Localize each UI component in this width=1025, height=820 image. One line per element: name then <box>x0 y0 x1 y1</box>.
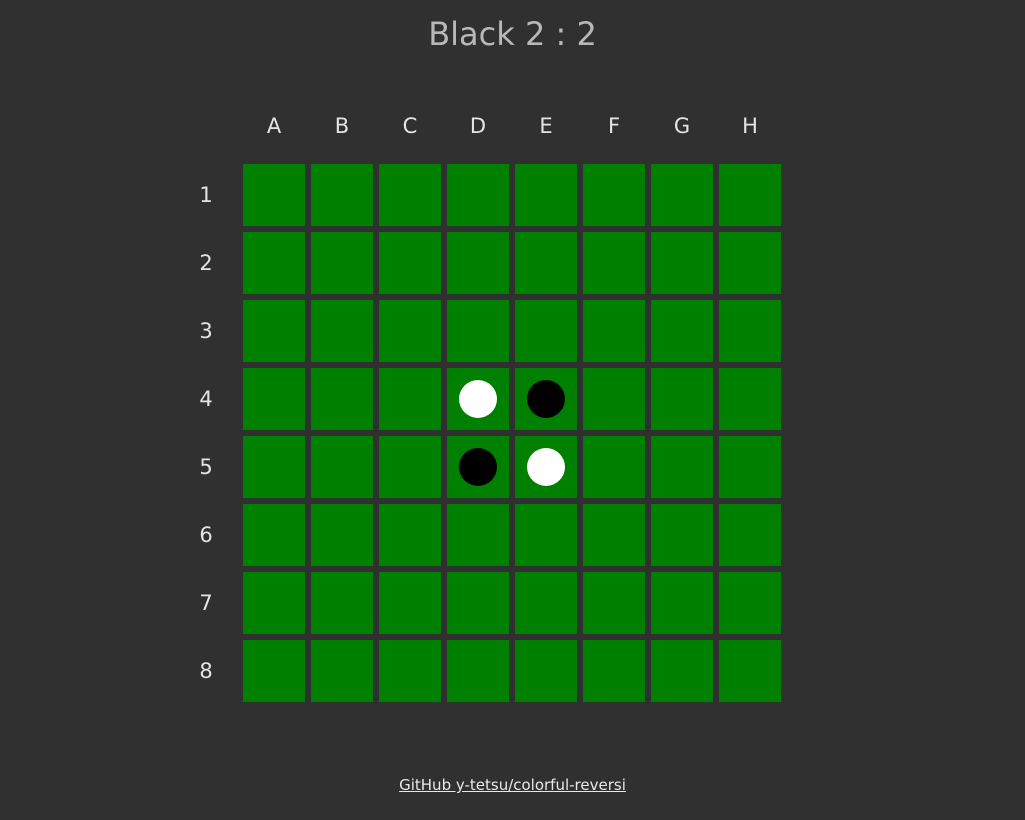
board-cell-b5[interactable] <box>311 436 373 498</box>
column-label-d: D <box>469 114 487 138</box>
board-cell-c4[interactable] <box>379 368 441 430</box>
white-disc <box>459 380 497 418</box>
board-cell-f1[interactable] <box>583 164 645 226</box>
board-cell-b6[interactable] <box>311 504 373 566</box>
row-label-5: 5 <box>199 455 213 479</box>
row-label-2: 2 <box>199 251 213 275</box>
board-cell-e7[interactable] <box>515 572 577 634</box>
board-cell-h6[interactable] <box>719 504 781 566</box>
board-cell-a4[interactable] <box>243 368 305 430</box>
board-cell-h1[interactable] <box>719 164 781 226</box>
board-cell-c3[interactable] <box>379 300 441 362</box>
board-cell-h7[interactable] <box>719 572 781 634</box>
column-label-g: G <box>673 114 691 138</box>
black-disc <box>459 448 497 486</box>
board-cell-e5[interactable] <box>515 436 577 498</box>
board-cell-e1[interactable] <box>515 164 577 226</box>
board-cell-a1[interactable] <box>243 164 305 226</box>
row-label-7: 7 <box>199 591 213 615</box>
board-cell-e6[interactable] <box>515 504 577 566</box>
board-cell-g5[interactable] <box>651 436 713 498</box>
row-label-1: 1 <box>199 183 213 207</box>
board-cell-a6[interactable] <box>243 504 305 566</box>
board-cell-d8[interactable] <box>447 640 509 702</box>
board-cell-c5[interactable] <box>379 436 441 498</box>
board-cell-f7[interactable] <box>583 572 645 634</box>
board-cell-f2[interactable] <box>583 232 645 294</box>
board-cell-c1[interactable] <box>379 164 441 226</box>
footer: GitHub y-tetsu/colorful-reversi <box>0 774 1025 796</box>
black-disc <box>527 380 565 418</box>
board-cell-c2[interactable] <box>379 232 441 294</box>
board-cell-d3[interactable] <box>447 300 509 362</box>
column-label-h: H <box>742 114 758 138</box>
board-cell-b8[interactable] <box>311 640 373 702</box>
board-cell-g7[interactable] <box>651 572 713 634</box>
column-label-f: F <box>607 114 621 138</box>
board-cell-f8[interactable] <box>583 640 645 702</box>
board-cell-h5[interactable] <box>719 436 781 498</box>
board-cell-g8[interactable] <box>651 640 713 702</box>
column-label-a: A <box>266 114 282 138</box>
board-cell-b7[interactable] <box>311 572 373 634</box>
reversi-page: Black 2 : 2 A B C D E F G H 1 2 3 4 5 6 7 8 GitHub y-t… <box>0 0 1025 820</box>
game-board <box>243 164 781 702</box>
board-cell-b1[interactable] <box>311 164 373 226</box>
board-cell-f4[interactable] <box>583 368 645 430</box>
board-cell-e4[interactable] <box>515 368 577 430</box>
board-cell-h8[interactable] <box>719 640 781 702</box>
board-cell-h4[interactable] <box>719 368 781 430</box>
board-cell-g1[interactable] <box>651 164 713 226</box>
board-cell-a3[interactable] <box>243 300 305 362</box>
board-cell-d4[interactable] <box>447 368 509 430</box>
board-cell-a8[interactable] <box>243 640 305 702</box>
score-status: Black 2 : 2 <box>428 15 597 53</box>
board-cell-b2[interactable] <box>311 232 373 294</box>
board-cell-g4[interactable] <box>651 368 713 430</box>
board-cell-a7[interactable] <box>243 572 305 634</box>
column-label-b: B <box>334 114 350 138</box>
board-cell-g3[interactable] <box>651 300 713 362</box>
board-cell-c6[interactable] <box>379 504 441 566</box>
board-cell-d6[interactable] <box>447 504 509 566</box>
board-cell-b4[interactable] <box>311 368 373 430</box>
board-cell-f3[interactable] <box>583 300 645 362</box>
column-label-c: C <box>402 114 418 138</box>
board-cell-a2[interactable] <box>243 232 305 294</box>
row-label-6: 6 <box>199 523 213 547</box>
board-cell-f5[interactable] <box>583 436 645 498</box>
board-cell-g2[interactable] <box>651 232 713 294</box>
row-label-8: 8 <box>199 659 213 683</box>
github-link[interactable]: GitHub y-tetsu/colorful-reversi <box>399 776 626 794</box>
board-cell-c7[interactable] <box>379 572 441 634</box>
board-cell-h3[interactable] <box>719 300 781 362</box>
board-cell-e2[interactable] <box>515 232 577 294</box>
board-cell-b3[interactable] <box>311 300 373 362</box>
board-cell-c8[interactable] <box>379 640 441 702</box>
column-label-e: E <box>539 114 553 138</box>
row-label-4: 4 <box>199 387 213 411</box>
white-disc <box>527 448 565 486</box>
board-cell-h2[interactable] <box>719 232 781 294</box>
board-cell-e8[interactable] <box>515 640 577 702</box>
board-cell-f6[interactable] <box>583 504 645 566</box>
board-cell-d1[interactable] <box>447 164 509 226</box>
board-cell-d5[interactable] <box>447 436 509 498</box>
board-cell-e3[interactable] <box>515 300 577 362</box>
row-label-3: 3 <box>199 319 213 343</box>
board-cell-a5[interactable] <box>243 436 305 498</box>
board-cell-d2[interactable] <box>447 232 509 294</box>
board-cell-d7[interactable] <box>447 572 509 634</box>
board-cell-g6[interactable] <box>651 504 713 566</box>
